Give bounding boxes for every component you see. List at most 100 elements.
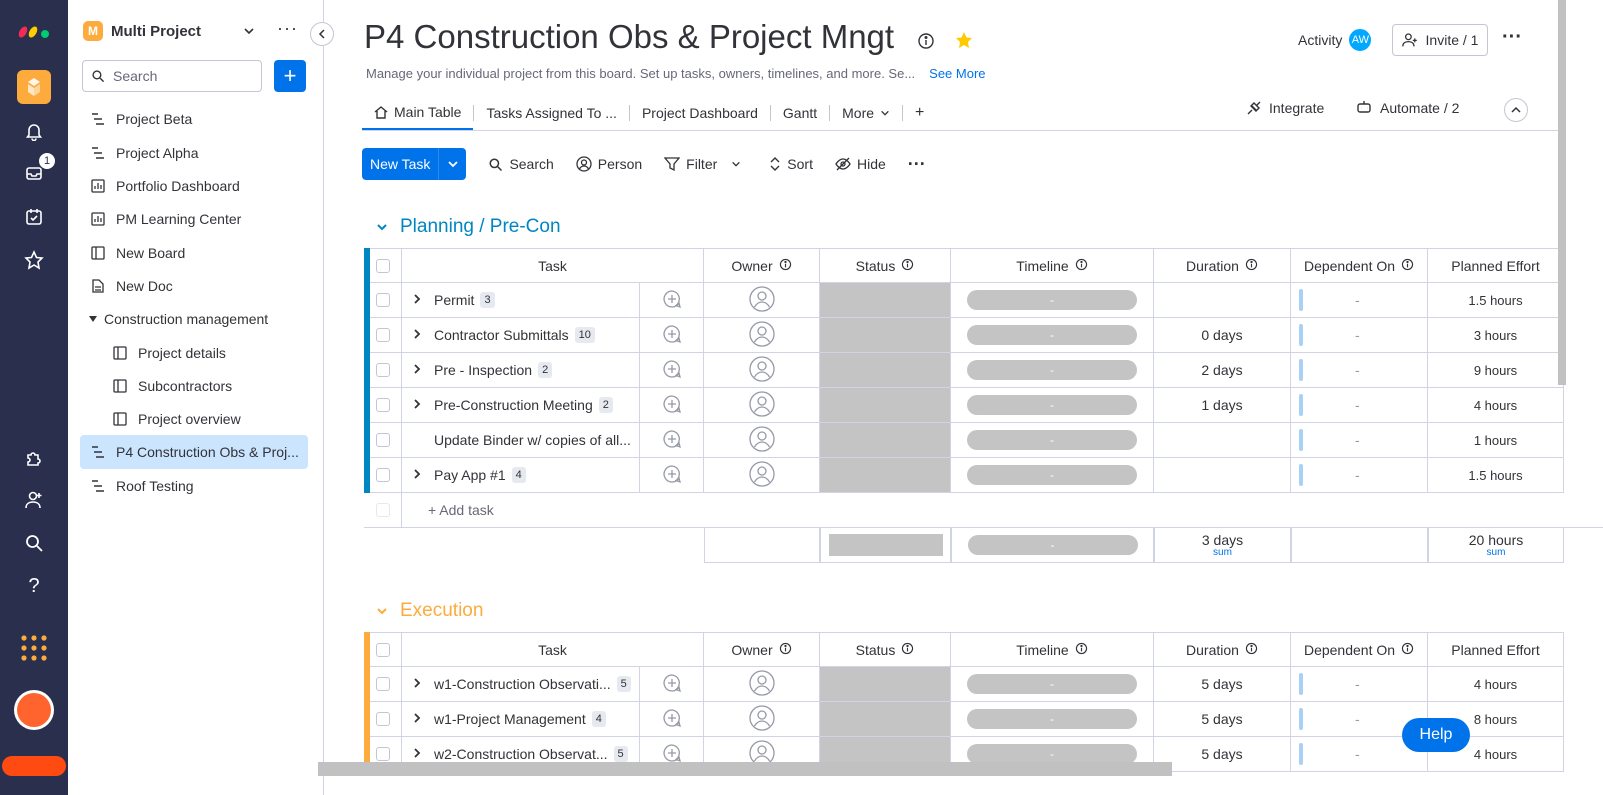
person-placeholder-icon[interactable] [748, 355, 775, 385]
add-task-label[interactable]: + Add task [428, 502, 494, 518]
table-row[interactable]: Contractor Submittals 10 - 0 days - 3 hours [364, 318, 1603, 353]
new-task-button[interactable]: New Task [362, 148, 467, 180]
table-row[interactable]: Pre - Inspection 2 - 2 days - 9 hours [364, 353, 1603, 388]
info-icon[interactable] [1075, 642, 1088, 658]
activity-button[interactable]: Activity AW [1298, 28, 1373, 52]
info-icon[interactable] [1245, 258, 1258, 274]
person-placeholder-icon[interactable] [748, 425, 775, 455]
add-update-icon[interactable] [662, 394, 682, 417]
tab-main-table[interactable]: Main Table [362, 96, 474, 130]
favorite-star-icon[interactable] [954, 20, 974, 58]
chevron-right-icon[interactable] [412, 397, 422, 413]
timeline-pill[interactable]: - [967, 290, 1137, 310]
timeline-pill[interactable]: - [967, 744, 1137, 764]
product-switcher-grid-icon[interactable] [0, 631, 68, 665]
person-placeholder-icon[interactable] [748, 320, 775, 350]
table-row[interactable]: w1-Construction Observati... 5 - 5 days - 4 h… [364, 667, 1603, 702]
cell-duration[interactable]: 5 days [1154, 702, 1291, 737]
summary-status-bar[interactable] [828, 534, 943, 556]
sidebar-item-project-details[interactable]: Project details [102, 336, 308, 370]
cell-duration[interactable]: 0 days [1154, 318, 1291, 353]
sidebar-item-roof-testing[interactable]: Roof Testing [80, 469, 308, 503]
sidebar-item-p4-construction[interactable]: P4 Construction Obs & Proj... [80, 435, 308, 469]
hide-button[interactable]: Hide [835, 156, 886, 172]
see-more-link[interactable]: See More [929, 66, 985, 81]
person-placeholder-icon[interactable] [748, 390, 775, 420]
my-work-calendar-icon[interactable] [0, 200, 68, 234]
board-more-icon[interactable]: ··· [1502, 26, 1522, 49]
column-header-timeline[interactable]: Timeline [1016, 258, 1068, 274]
caret-down-icon[interactable] [88, 311, 98, 327]
cell-status[interactable] [820, 283, 951, 318]
group-header-execution[interactable]: Execution [376, 600, 483, 622]
task-name[interactable]: Pre - Inspection [434, 362, 532, 378]
vertical-scrollbar[interactable] [1558, 0, 1566, 385]
add-task-input[interactable]: + Add task [402, 493, 1603, 528]
cell-duration[interactable]: 2 days [1154, 353, 1291, 388]
cell-duration[interactable]: 5 days [1154, 667, 1291, 702]
column-header-status[interactable]: Status [856, 642, 896, 658]
cell-status[interactable] [820, 318, 951, 353]
sidebar-item-new-board[interactable]: New Board [80, 236, 308, 270]
add-update-icon[interactable] [662, 673, 682, 696]
collapse-header-button[interactable] [1504, 98, 1528, 122]
chevron-down-icon[interactable] [243, 24, 255, 42]
group-title[interactable]: Planning / Pre-Con [400, 216, 561, 238]
timeline-pill[interactable]: - [967, 395, 1137, 415]
help-question-icon[interactable]: ? [0, 569, 68, 603]
task-name[interactable]: w1-Project Management [434, 711, 586, 727]
info-icon[interactable] [1075, 258, 1088, 274]
column-header-owner[interactable]: Owner [731, 642, 772, 658]
cell-effort[interactable]: 1.5 hours [1428, 458, 1564, 493]
integrate-button[interactable]: Integrate [1246, 100, 1324, 116]
sidebar-search-input[interactable]: Search [82, 60, 262, 92]
column-header-task[interactable]: Task [538, 642, 567, 658]
group-header-planning[interactable]: Planning / Pre-Con [376, 216, 561, 238]
cell-status[interactable] [820, 667, 951, 702]
cell-duration[interactable] [1154, 458, 1291, 493]
favorites-star-icon[interactable] [0, 243, 68, 277]
cell-dep[interactable]: - [1291, 458, 1428, 493]
cell-task[interactable]: Pre - Inspection 2 [402, 353, 640, 388]
add-update-icon[interactable] [662, 464, 682, 487]
sidebar-item-project-overview[interactable]: Project overview [102, 402, 308, 436]
cell-dep[interactable]: - [1291, 283, 1428, 318]
collapse-sidebar-button[interactable] [310, 22, 334, 46]
chevron-right-icon[interactable] [412, 746, 422, 762]
info-icon[interactable] [1401, 258, 1414, 274]
horizontal-scrollbar[interactable] [318, 762, 1172, 776]
chevron-right-icon[interactable] [412, 467, 422, 483]
sidebar-item-project-alpha[interactable]: Project Alpha [80, 136, 308, 170]
board-title[interactable]: P4 Construction Obs & Project Mngt [364, 18, 894, 55]
task-name[interactable]: Update Binder w/ copies of all... [434, 432, 631, 448]
cell-duration[interactable] [1154, 283, 1291, 318]
sort-button[interactable]: Sort [769, 156, 813, 172]
add-task-row[interactable]: + Add task [364, 493, 1603, 528]
search-icon[interactable] [0, 526, 68, 560]
info-icon[interactable] [901, 258, 914, 274]
row-checkbox[interactable] [375, 677, 390, 691]
sidebar-item-new-doc[interactable]: New Doc [80, 269, 308, 303]
chevron-right-icon[interactable] [412, 292, 422, 308]
column-header-task[interactable]: Task [538, 258, 567, 274]
monday-logo-icon[interactable] [0, 12, 68, 46]
cell-status[interactable] [820, 353, 951, 388]
cell-duration[interactable]: 1 days [1154, 388, 1291, 423]
table-row[interactable]: Update Binder w/ copies of all... - - 1 hou… [364, 423, 1603, 458]
info-icon[interactable] [779, 642, 792, 658]
cell-task[interactable]: Permit 3 [402, 283, 640, 318]
column-header-status[interactable]: Status [856, 258, 896, 274]
column-header-dep[interactable]: Dependent On [1304, 642, 1395, 658]
group-title[interactable]: Execution [400, 600, 483, 622]
select-all-checkbox[interactable] [375, 258, 390, 273]
info-icon[interactable] [1245, 642, 1258, 658]
cell-dep[interactable]: - [1291, 667, 1428, 702]
info-icon[interactable] [917, 20, 935, 58]
bell-icon[interactable] [0, 114, 68, 148]
sidebar-item-pm-learning-center[interactable]: PM Learning Center [80, 202, 308, 236]
select-all-checkbox[interactable] [375, 642, 390, 657]
cell-dep[interactable]: - [1291, 423, 1428, 458]
cell-task[interactable]: Contractor Submittals 10 [402, 318, 640, 353]
cell-effort[interactable]: 3 hours [1428, 318, 1564, 353]
column-header-timeline[interactable]: Timeline [1016, 642, 1068, 658]
